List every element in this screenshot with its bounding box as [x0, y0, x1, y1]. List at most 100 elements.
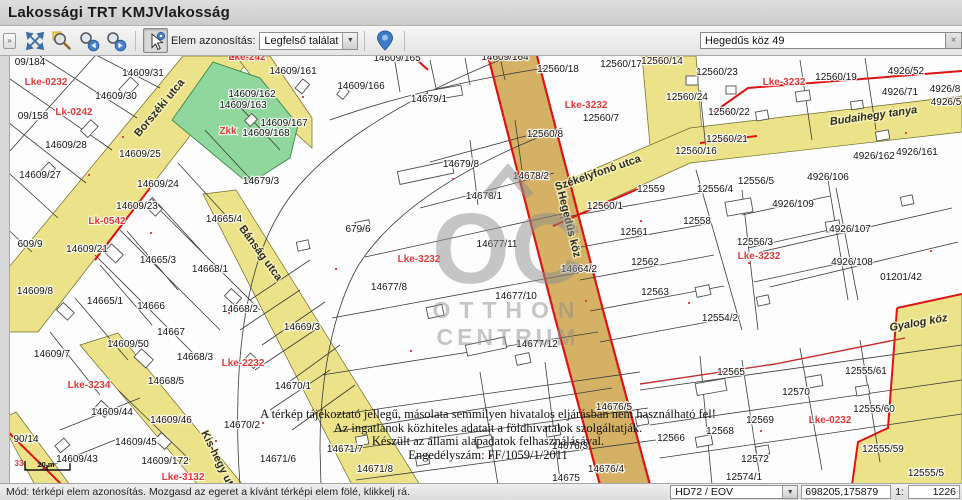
parcel-number-label: 4926/8 — [930, 84, 961, 95]
parcel-number-label: 14679/3 — [243, 176, 280, 187]
parcel-number-label: 14670/1 — [275, 381, 312, 392]
parcel-number-label: 14609/23 — [116, 201, 158, 212]
parcel-number-label: 12558 — [683, 216, 711, 227]
parcel-number-label: 4926/106 — [807, 172, 849, 183]
parcel-number-label: 14609/27 — [19, 170, 61, 181]
parcel-number-label: 4926/52 — [888, 66, 925, 77]
parcel-number-label: 14609/21 — [66, 244, 108, 255]
parcel-number-label: 12556/3 — [737, 237, 774, 248]
parcel-number-label: 12562 — [631, 257, 659, 268]
parcel-number-label: 12560/14 — [641, 56, 683, 67]
parcel-number-label: 14677/11 — [477, 239, 518, 250]
parcel-number-label: 14671/6 — [260, 454, 297, 465]
parcel-number-label: 4926/5 — [931, 97, 962, 108]
parcel-number-label: 14665/3 — [140, 255, 177, 266]
toolbar-separator — [404, 31, 405, 51]
parcel-number-label: 14668/2 — [222, 304, 259, 315]
parcel-number-label: 4926/108 — [831, 257, 873, 268]
parcel-number-label: 12556/5 — [738, 176, 775, 187]
sidebar-expand-button[interactable]: » — [3, 33, 16, 49]
scale-bar-red-number: 33 — [15, 459, 24, 468]
parcel-number-label: 12560/19 — [815, 72, 857, 83]
marker-pin-button[interactable] — [372, 28, 397, 53]
chevron-down-icon: ▼ — [342, 33, 357, 49]
parcel-number-label: 14668/5 — [148, 376, 185, 387]
parcel-number-label: 14671/8 — [357, 464, 394, 475]
parcel-number-label: 14668/1 — [192, 264, 229, 275]
parcel-number-label: 12560/18 — [537, 64, 579, 75]
parcel-number-label: 14666 — [137, 301, 165, 312]
parcel-number-label: 12569 — [746, 415, 774, 426]
zoom-icon — [51, 30, 73, 52]
pan-icon — [24, 30, 46, 52]
parcel-number-label: 14675 — [552, 473, 580, 483]
parcel-number-label: 14671/7 — [327, 444, 364, 455]
identify-mode-select[interactable]: Legfelső találat ▼ — [259, 32, 358, 50]
parcel-number-label: 14676/5 — [596, 402, 633, 413]
search-input[interactable] — [700, 32, 946, 49]
parcel-number-label: 14668/3 — [177, 352, 214, 363]
parcel-number-label: 14609/8 — [17, 286, 54, 297]
collapsed-panel-strip[interactable] — [0, 56, 10, 483]
parcel-number-label: 12560/7 — [583, 113, 620, 124]
parcel-number-label: 679/6 — [345, 224, 370, 235]
parcel-number-label: 14676/3 — [552, 441, 589, 452]
parcel-number-label: 12555/61 — [845, 366, 887, 377]
zoom-previous-button[interactable] — [76, 28, 101, 53]
parcel-number-label: 14665/1 — [87, 296, 124, 307]
address-search: × — [700, 32, 962, 49]
parcel-number-label: 14678/1 — [466, 191, 503, 202]
parcel-number-label: 14609/168 — [242, 128, 290, 139]
parcel-number-label: 14677/10 — [495, 291, 537, 302]
parcel-number-label: 4926/162 — [853, 151, 895, 162]
parcel-number-label: 12563 — [641, 287, 669, 298]
parcel-number-label: 12555/60 — [853, 404, 895, 415]
status-mode-text: Mód: térképi elem azonosítás. Mozgasd az… — [0, 486, 416, 498]
parcel-number-label: 14667 — [157, 327, 185, 338]
projection-select[interactable]: HD72 / EOV ▼ — [670, 485, 798, 499]
parcel-number-label: 14609/7 — [34, 349, 71, 360]
zone-code-label: Lk-0542 — [88, 216, 126, 227]
parcel-number-label: 14677/12 — [516, 339, 558, 350]
zone-code-label: Lke-3232 — [738, 251, 781, 262]
zone-code-label: Lke-2232 — [222, 358, 265, 369]
zone-code-label: Lke-0232 — [25, 77, 68, 88]
scale-input[interactable] — [908, 485, 960, 499]
parcel-number-label: 14670/2 — [224, 420, 261, 431]
zoom-next-button[interactable] — [103, 28, 128, 53]
parcel-number-label: 14679/8 — [443, 159, 480, 170]
zoom-box-tool-button[interactable] — [49, 28, 74, 53]
zone-code-label: Lke-3232 — [565, 100, 608, 111]
toolbar-separator — [135, 31, 136, 51]
parcel-number-label: 609/9 — [17, 239, 42, 250]
parcel-number-label: 90/14 — [13, 434, 38, 445]
zoom-previous-icon — [78, 30, 100, 52]
parcel-number-label: 12572 — [741, 454, 769, 465]
parcel-number-label: 14609/25 — [119, 149, 161, 160]
parcel-number-label: 12565 — [717, 367, 745, 378]
marker-pin-icon — [376, 30, 394, 51]
parcel-number-label: 14609/164 — [481, 56, 529, 63]
identify-mode-label: Elem azonosítás: — [171, 35, 255, 47]
scale-ratio-label: 1: — [895, 486, 904, 498]
parcel-number-label: 14679/1 — [411, 94, 448, 105]
parcel-number-label: 14609/50 — [107, 339, 149, 350]
coordinates-input[interactable] — [801, 485, 891, 499]
zone-code-label: Lke-3232 — [398, 254, 441, 265]
projection-value: HD72 / EOV — [671, 486, 737, 498]
parcel-number-label: 14678/2 — [513, 171, 550, 182]
page-title: Lakossági TRT KMJVlakosság — [8, 4, 230, 21]
parcel-number-label: 4926/107 — [829, 224, 871, 235]
zone-code-label: Lke-242 — [228, 56, 266, 63]
identify-tool-button[interactable] — [143, 28, 168, 53]
pan-tool-button[interactable] — [22, 28, 47, 53]
map-canvas[interactable]: 09/18414609/3114609/3009/15814609/281460… — [10, 56, 962, 483]
parcel-number-label: 14664/2 — [561, 264, 598, 275]
parcel-number-label: 12556/4 — [697, 184, 734, 195]
parcel-number-label: 14677/8 — [371, 282, 408, 293]
search-clear-button[interactable]: × — [946, 32, 962, 49]
identify-cursor-icon — [145, 30, 167, 52]
parcel-number-label: 12560/22 — [708, 107, 750, 118]
scale-bar-label: 20 m — [37, 460, 54, 469]
parcel-number-label: 12574/1 — [726, 472, 763, 483]
